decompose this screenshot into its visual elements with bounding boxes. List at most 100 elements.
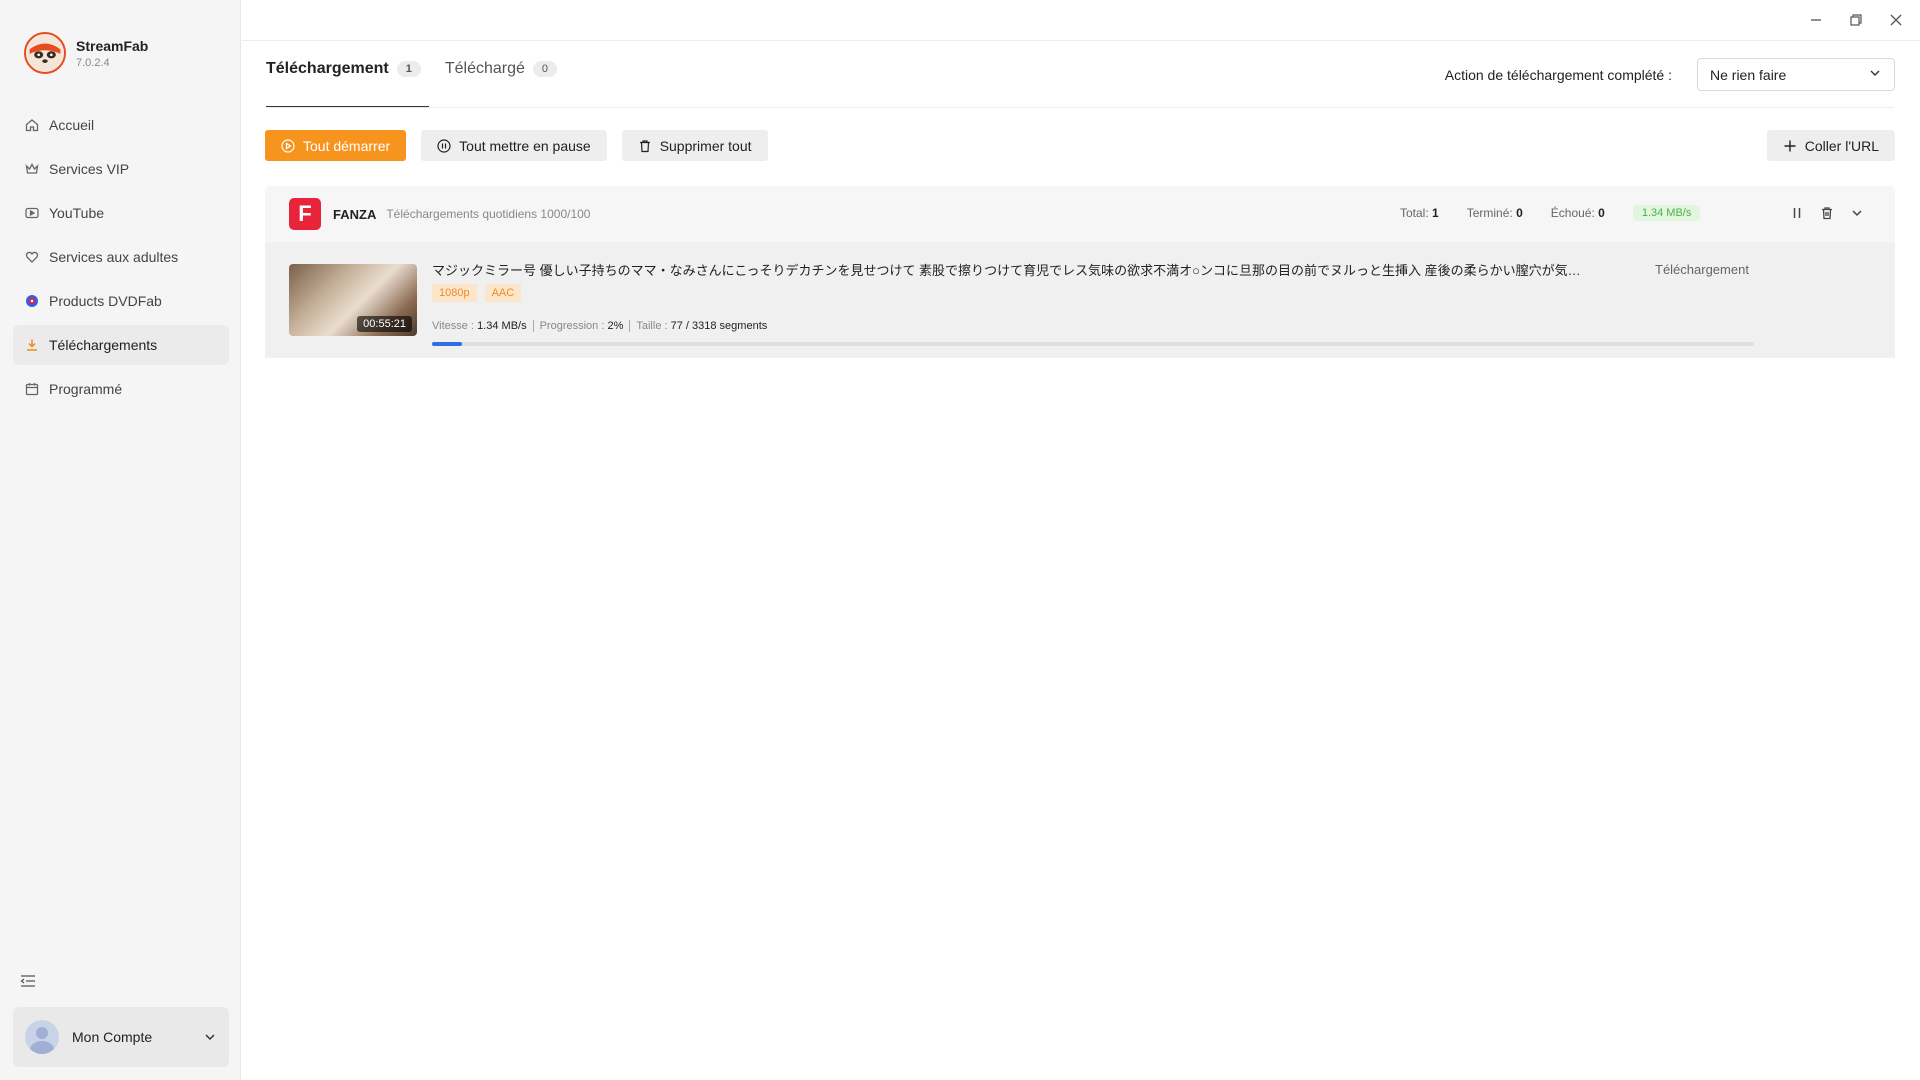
video-thumbnail: 00:55:21 bbox=[289, 264, 417, 336]
pause-all-button[interactable]: Tout mettre en pause bbox=[421, 130, 607, 161]
video-tags: 1080p AAC bbox=[432, 284, 522, 302]
chevron-down-icon[interactable] bbox=[1849, 205, 1865, 221]
app-version: 7.0.2.4 bbox=[76, 56, 110, 69]
app-name: StreamFab bbox=[76, 37, 149, 54]
toolbar: Tout démarrer Tout mettre en pause Suppr… bbox=[265, 130, 768, 161]
progress-meta: Progression : 2% bbox=[540, 320, 631, 332]
total-value: 1 bbox=[1432, 206, 1439, 220]
progress-label: Progression : bbox=[539, 320, 605, 332]
resolution-tag: 1080p bbox=[432, 284, 477, 302]
download-group-fanza: F FANZA Téléchargements quotidiens 1000/… bbox=[265, 186, 1895, 358]
speed-value: 1.34 MB/s bbox=[477, 320, 527, 332]
download-meta: Vitesse : 1.34 MB/s Progression : 2% Tai… bbox=[432, 320, 779, 332]
sidebar-item-label: Accueil bbox=[49, 117, 95, 133]
group-header: F FANZA Téléchargements quotidiens 1000/… bbox=[265, 186, 1895, 242]
size-label: Taille : bbox=[636, 320, 668, 332]
sidebar-item-label: Services VIP bbox=[49, 161, 130, 177]
plus-icon bbox=[1784, 140, 1796, 151]
account-menu[interactable]: Mon Compte bbox=[13, 1007, 229, 1067]
restore-icon[interactable] bbox=[1846, 10, 1866, 30]
paste-url-button[interactable]: Coller l'URL bbox=[1766, 130, 1895, 161]
size-value: 77 / 3318 segments bbox=[670, 320, 768, 332]
daily-quota: Téléchargements quotidiens 1000/100 bbox=[386, 207, 591, 221]
group-stats: Total: 1 Terminé: 0 Échoué: 0 1.34 MB/s bbox=[1400, 205, 1701, 221]
pause-circle-icon bbox=[437, 138, 451, 153]
minimize-icon[interactable] bbox=[1806, 10, 1826, 30]
tab-telecharge[interactable]: Téléchargé 0 bbox=[444, 60, 558, 108]
tabs-divider bbox=[266, 107, 1894, 108]
sidebar-item-youtube[interactable]: YouTube bbox=[13, 193, 229, 233]
calendar-icon bbox=[25, 382, 39, 396]
play-circle-icon bbox=[281, 138, 295, 153]
group-name: FANZA bbox=[333, 206, 377, 222]
group-controls bbox=[1789, 205, 1865, 221]
video-duration: 00:55:21 bbox=[357, 316, 412, 332]
window-controls bbox=[1806, 10, 1906, 30]
total-label: Total: bbox=[1400, 206, 1429, 220]
account-label: Mon Compte bbox=[72, 1029, 153, 1045]
play-icon bbox=[25, 206, 39, 220]
group-speed-badge: 1.34 MB/s bbox=[1632, 205, 1701, 221]
trash-icon bbox=[639, 139, 650, 152]
chevron-down-icon bbox=[203, 1030, 217, 1044]
speed-meta: Vitesse : 1.34 MB/s bbox=[432, 320, 534, 332]
sidebar-item-label: Téléchargements bbox=[49, 337, 158, 353]
dvdfab-icon bbox=[25, 294, 39, 308]
fanza-logo-icon: F bbox=[289, 198, 321, 230]
done-value: 0 bbox=[1516, 206, 1523, 220]
sidebar-item-services-adultes[interactable]: Services aux adultes bbox=[13, 237, 229, 277]
streamfab-logo-icon bbox=[24, 32, 66, 74]
crown-icon bbox=[25, 162, 39, 176]
sidebar-item-products-dvdfab[interactable]: Products DVDFab bbox=[13, 281, 229, 321]
video-title: マジックミラー号 優しい子持ちのママ・なみさんにこっそりデカチンを見せつけて 素… bbox=[432, 263, 1592, 278]
collapse-menu-icon[interactable] bbox=[20, 974, 36, 988]
completion-action-label: Action de téléchargement complété : bbox=[1444, 66, 1672, 83]
tab-telechargement[interactable]: Téléchargement 1 bbox=[266, 60, 429, 108]
tab-count-badge: 0 bbox=[532, 61, 558, 77]
speed-label: Vitesse : bbox=[432, 320, 474, 332]
download-tabs: Téléchargement 1 Téléchargé 0 bbox=[266, 60, 581, 108]
progress-bar bbox=[432, 342, 1754, 346]
delete-all-label: Supprimer tout bbox=[659, 137, 752, 154]
heart-icon bbox=[25, 250, 39, 264]
close-icon[interactable] bbox=[1886, 10, 1906, 30]
size-meta: Taille : 77 / 3318 segments bbox=[636, 320, 773, 332]
done-label: Terminé: bbox=[1466, 206, 1513, 220]
tab-label: Téléchargement bbox=[266, 60, 389, 77]
sidebar: StreamFab 7.0.2.4 Accueil Services VIP Y… bbox=[0, 0, 241, 1080]
download-icon bbox=[25, 338, 39, 352]
pause-icon[interactable] bbox=[1789, 205, 1805, 221]
failed-value: 0 bbox=[1598, 206, 1605, 220]
audio-tag: AAC bbox=[484, 284, 522, 302]
tab-label: Téléchargé bbox=[444, 60, 525, 77]
trash-icon[interactable] bbox=[1819, 205, 1835, 221]
done-stat: Terminé: 0 bbox=[1467, 206, 1523, 220]
sidebar-item-label: YouTube bbox=[49, 205, 105, 221]
paste-url-label: Coller l'URL bbox=[1804, 137, 1879, 154]
start-all-button[interactable]: Tout démarrer bbox=[265, 130, 407, 161]
total-stat: Total: 1 bbox=[1400, 206, 1439, 220]
sidebar-item-accueil[interactable]: Accueil bbox=[13, 105, 229, 145]
chevron-down-icon bbox=[1868, 66, 1882, 83]
completion-action-value: Ne rien faire bbox=[1710, 66, 1787, 83]
completion-action: Action de téléchargement complété : Ne r… bbox=[1445, 58, 1895, 91]
sidebar-item-telechargements[interactable]: Téléchargements bbox=[13, 325, 229, 365]
avatar bbox=[25, 1020, 59, 1054]
delete-all-button[interactable]: Supprimer tout bbox=[621, 130, 768, 161]
title-bar-divider bbox=[242, 40, 1920, 41]
sidebar-item-label: Programmé bbox=[49, 381, 123, 397]
brand: StreamFab 7.0.2.4 bbox=[24, 32, 148, 74]
sidebar-item-programme[interactable]: Programmé bbox=[13, 369, 229, 409]
completion-action-select[interactable]: Ne rien faire bbox=[1697, 58, 1895, 91]
sidebar-item-services-vip[interactable]: Services VIP bbox=[13, 149, 229, 189]
tab-count-badge: 1 bbox=[396, 61, 421, 77]
download-item[interactable]: 00:55:21 マジックミラー号 優しい子持ちのママ・なみさんにこっそりデカチ… bbox=[265, 242, 1895, 358]
failed-stat: Échoué: 0 bbox=[1551, 206, 1605, 220]
sidebar-nav: Accueil Services VIP YouTube Services au… bbox=[13, 105, 229, 413]
sidebar-item-label: Services aux adultes bbox=[49, 249, 179, 265]
sidebar-item-label: Products DVDFab bbox=[49, 293, 162, 309]
start-all-label: Tout démarrer bbox=[303, 137, 391, 154]
home-icon bbox=[25, 118, 39, 132]
progress-bar-fill bbox=[432, 342, 463, 346]
progress-value: 2% bbox=[607, 320, 624, 332]
